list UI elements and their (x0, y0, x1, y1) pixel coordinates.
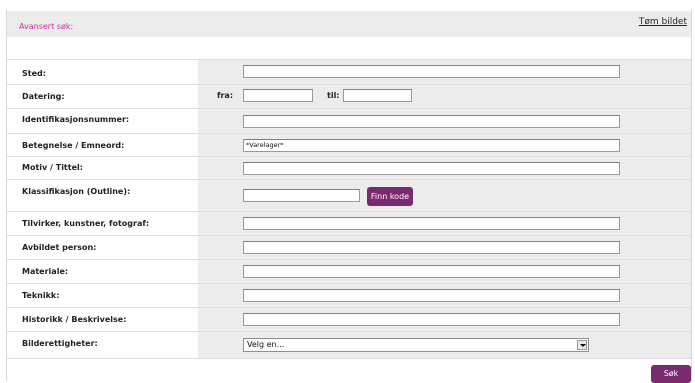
date-from-input[interactable] (243, 89, 313, 102)
klassifikasjon-input[interactable] (243, 189, 360, 202)
tilvirker-label: Tilvirker, kunstner, fotograf: (22, 219, 150, 228)
find-code-button[interactable]: Finn kode (367, 187, 413, 206)
rights-select[interactable]: Velg en... (243, 338, 589, 352)
motiv-label: Motiv / Tittel: (22, 163, 83, 172)
rights-select-value: Velg en... (247, 340, 285, 349)
sted-label: Sted: (22, 69, 46, 78)
to-label: til: (327, 91, 340, 100)
bilderettigheter-label: Bilderettigheter: (22, 339, 98, 348)
materiale-label: Materiale: (22, 267, 69, 276)
sted-input[interactable] (243, 65, 620, 78)
betegnelse-label: Betegnelse / Emneord: (22, 141, 125, 150)
advanced-search-title: Avansert søk: (19, 22, 74, 31)
chevron-down-icon[interactable] (577, 340, 587, 350)
search-button[interactable]: Søk (651, 365, 691, 383)
teknikk-label: Teknikk: (22, 291, 60, 300)
teknikk-input[interactable] (243, 289, 620, 302)
from-label: fra: (217, 91, 234, 100)
avbildet-label: Avbildet person: (22, 243, 97, 252)
tilvirker-input[interactable] (243, 217, 620, 230)
avbildet-input[interactable] (243, 241, 620, 254)
materiale-input[interactable] (243, 265, 620, 278)
clear-image-link[interactable]: Tøm bildet (639, 17, 687, 27)
betegnelse-input[interactable]: *Varelager* (243, 139, 620, 152)
date-to-input[interactable] (343, 89, 412, 102)
historikk-input[interactable] (243, 313, 620, 326)
ident-label: Identifikasjonsnummer: (22, 115, 130, 124)
motiv-input[interactable] (243, 162, 620, 175)
datering-label: Datering: (22, 92, 65, 101)
klassifikasjon-label: Klassifikasjon (Outline): (22, 187, 131, 196)
historikk-label: Historikk / Beskrivelse: (22, 315, 127, 324)
header-bar (7, 11, 691, 37)
ident-input[interactable] (243, 115, 620, 128)
divider (7, 358, 691, 359)
